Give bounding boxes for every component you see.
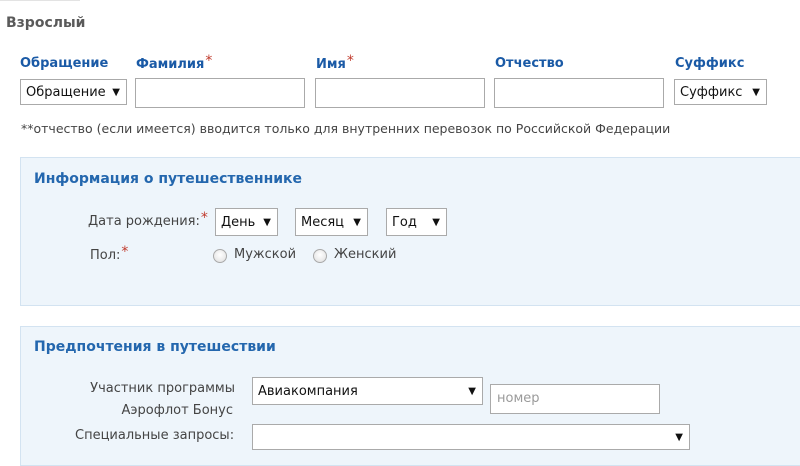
caret-down-icon: ▼: [675, 432, 683, 443]
program-label-line2: Аэрофлот Бонус: [121, 403, 233, 418]
caret-down-icon: ▼: [752, 87, 760, 98]
gender-label-text: Пол:: [90, 248, 121, 263]
traveler-info-title: Информация о путешественнике: [34, 171, 303, 187]
gender-male-label[interactable]: Мужской: [234, 247, 296, 262]
special-requests-label: Специальные запросы:: [75, 428, 235, 443]
program-label-line1: Участник программы: [90, 381, 235, 396]
caret-down-icon: ▼: [353, 217, 361, 228]
airline-select[interactable]: Авиакомпания ▼: [252, 377, 483, 405]
dob-label-text: Дата рождения:: [88, 214, 200, 229]
firstname-label-text: Имя: [316, 57, 346, 72]
salutation-value: Обращение: [26, 85, 106, 100]
loyalty-number-placeholder: номер: [497, 391, 540, 406]
special-requests-select[interactable]: ▼: [252, 424, 690, 450]
salutation-label: Обращение: [20, 56, 108, 71]
dob-label: Дата рождения:*: [88, 210, 208, 229]
caret-down-icon: ▼: [112, 87, 120, 98]
gender-male-radio[interactable]: [213, 249, 227, 263]
caret-down-icon: ▼: [468, 386, 476, 397]
firstname-input[interactable]: [315, 78, 485, 108]
suffix-value: Суффикс: [680, 85, 743, 100]
airline-value: Авиакомпания: [258, 384, 358, 399]
required-mark: *: [200, 210, 208, 226]
gender-female-radio[interactable]: [313, 249, 327, 263]
required-mark: *: [121, 244, 129, 260]
top-divider: [0, 0, 80, 3]
dob-year-select[interactable]: Год ▼: [386, 208, 447, 236]
middlename-label: Отчество: [495, 56, 564, 71]
required-mark: *: [346, 53, 354, 69]
middlename-label-text: Отчество: [495, 56, 564, 71]
section-title: Взрослый: [6, 15, 86, 31]
firstname-label: Имя*: [316, 53, 354, 72]
lastname-label-text: Фамилия: [136, 57, 205, 72]
preferences-title: Предпочтения в путешествии: [34, 339, 276, 355]
caret-down-icon: ▼: [432, 217, 440, 228]
gender-female-label[interactable]: Женский: [334, 247, 396, 262]
suffix-label: Суффикс: [675, 56, 744, 71]
dob-year-value: Год: [392, 215, 417, 230]
gender-label: Пол:*: [90, 244, 129, 263]
dob-day-select[interactable]: День ▼: [215, 208, 278, 236]
salutation-label-text: Обращение: [20, 56, 109, 71]
suffix-select[interactable]: Суффикс ▼: [674, 79, 767, 105]
loyalty-number-input[interactable]: номер: [490, 384, 660, 414]
salutation-select[interactable]: Обращение ▼: [20, 79, 127, 105]
lastname-label: Фамилия*: [136, 53, 213, 72]
middlename-note: **отчество (если имеется) вводится тольк…: [21, 121, 671, 136]
dob-month-select[interactable]: Месяц ▼: [295, 208, 368, 236]
middlename-input[interactable]: [494, 78, 664, 108]
dob-day-value: День: [221, 215, 256, 230]
suffix-label-text: Суффикс: [675, 56, 745, 71]
required-mark: *: [205, 53, 213, 69]
dob-month-value: Месяц: [301, 215, 345, 230]
caret-down-icon: ▼: [263, 217, 271, 228]
lastname-input[interactable]: [135, 78, 305, 108]
